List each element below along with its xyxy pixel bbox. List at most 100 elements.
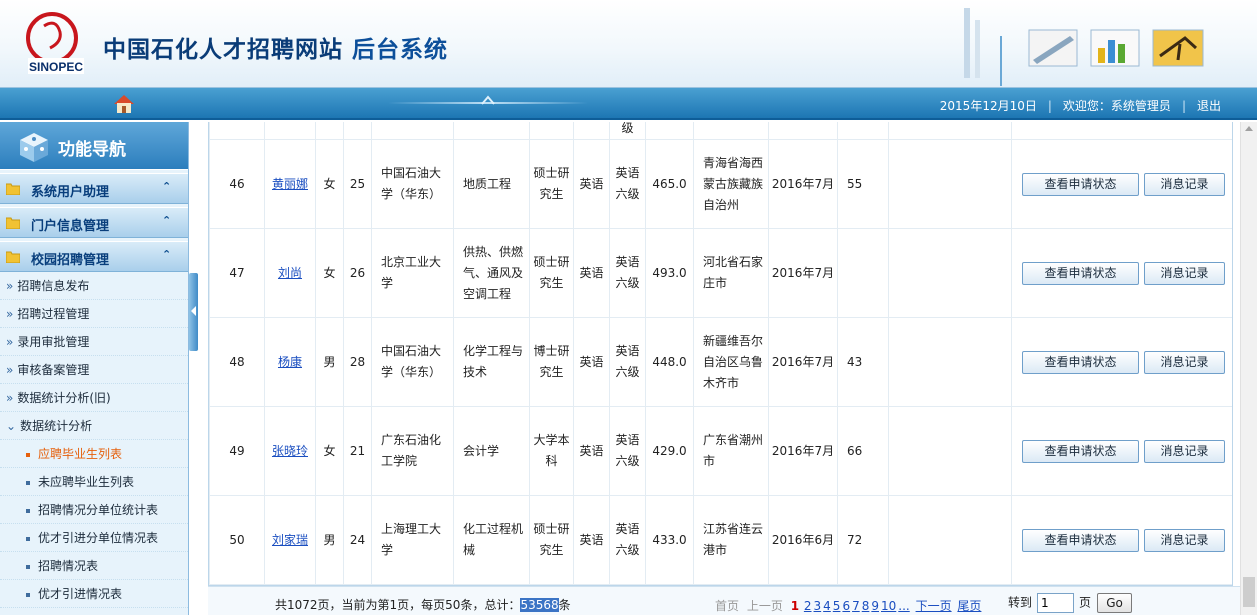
cell-school: 北京工业大学 bbox=[371, 228, 454, 318]
page-number-link[interactable]: 10 bbox=[881, 599, 896, 613]
view-status-button[interactable]: 查看申请状态 bbox=[1022, 528, 1139, 552]
sidebar-item-recruit-info[interactable]: » 招聘信息发布 bbox=[0, 272, 188, 300]
cell-major: 会计学 bbox=[453, 406, 530, 496]
last-page-link[interactable]: 尾页 bbox=[957, 599, 981, 613]
more-pages-link[interactable]: ... bbox=[898, 599, 909, 613]
message-log-button[interactable]: 消息记录 bbox=[1144, 172, 1225, 196]
user-info-bar: 2015年12月10日 | 欢迎您：系统管理员 | 退出 bbox=[939, 99, 1221, 113]
sidebar-item-stats[interactable]: ⌄ 数据统计分析 bbox=[0, 412, 188, 440]
vertical-scrollbar[interactable] bbox=[1240, 122, 1257, 615]
sidebar-item-label: 数据统计分析(旧) bbox=[17, 391, 111, 405]
cell-empty bbox=[888, 228, 1012, 318]
sidebar-item-stats-old[interactable]: » 数据统计分析(旧) bbox=[0, 384, 188, 412]
sidebar-subitem-talent-unit[interactable]: 优才引进分单位情况表 bbox=[0, 524, 188, 552]
sidebar-group-campus-recruit[interactable]: 校园招聘管理 ⌃ bbox=[0, 241, 188, 272]
site-title-main: 中国石化人才招聘网站 bbox=[103, 36, 343, 63]
double-chevron-right-icon: » bbox=[6, 335, 14, 349]
collapse-header-icon[interactable] bbox=[480, 94, 496, 106]
applicant-name-link[interactable]: 张晓玲 bbox=[272, 444, 308, 458]
cell-name[interactable]: 杨康 bbox=[264, 317, 316, 407]
folder-icon bbox=[6, 251, 20, 263]
next-page-link[interactable]: 下一页 bbox=[916, 599, 952, 613]
cell-major: 供热、供燃气、通风及空调工程 bbox=[453, 228, 530, 318]
go-button[interactable]: Go bbox=[1097, 593, 1133, 613]
cell-major: 地质工程 bbox=[453, 139, 530, 229]
site-title-sub: 后台系统 bbox=[352, 36, 449, 63]
cell-grad-date: 2016年7月 bbox=[768, 317, 838, 407]
sidebar-subitem-label: 优才引进情况表 bbox=[38, 587, 123, 601]
sidebar-item-recruit-process[interactable]: » 招聘过程管理 bbox=[0, 300, 188, 328]
sidebar-group-portal-info[interactable]: 门户信息管理 ⌃ bbox=[0, 207, 188, 238]
cell-empty bbox=[888, 139, 1012, 229]
applicant-name-link[interactable]: 杨康 bbox=[278, 355, 302, 369]
applicants-table: 级 46 黄丽娜女 25 中国石油大学（华东） 地质工程 硕士研究生 英语 英语六级 465.0… bbox=[209, 122, 1232, 585]
sidebar-subitem-talent-table[interactable]: 优才引进情况表 bbox=[0, 580, 188, 608]
scroll-up-icon[interactable] bbox=[1245, 126, 1253, 131]
page-number-link[interactable]: 5 bbox=[833, 599, 841, 613]
view-status-button[interactable]: 查看申请状态 bbox=[1022, 350, 1139, 374]
cell-degree: 大学本科 bbox=[529, 406, 574, 496]
cell-degree: 硕士研究生 bbox=[529, 228, 574, 318]
page-number-link[interactable]: 3 bbox=[814, 599, 822, 613]
cell-age: 21 bbox=[343, 406, 372, 496]
cell-score: 465.0 bbox=[645, 139, 694, 229]
sidebar-subitem-applicants[interactable]: 应聘毕业生列表 bbox=[0, 440, 188, 468]
page-number-link[interactable]: 2 bbox=[804, 599, 812, 613]
cell-school: 中国石油大学（华东） bbox=[371, 317, 454, 407]
home-icon[interactable] bbox=[112, 93, 136, 115]
cell-degree: 博士研究生 bbox=[529, 317, 574, 407]
applicant-name-link[interactable]: 黄丽娜 bbox=[272, 177, 308, 191]
cell-count: 66 bbox=[837, 406, 889, 496]
page-number-link[interactable]: 8 bbox=[862, 599, 870, 613]
cell-name[interactable]: 张晓玲 bbox=[264, 406, 316, 496]
scrollbar-thumb[interactable] bbox=[1243, 577, 1255, 607]
sidebar-subitem-non-applicants[interactable]: 未应聘毕业生列表 bbox=[0, 468, 188, 496]
cell-count: 43 bbox=[837, 317, 889, 407]
message-log-button[interactable]: 消息记录 bbox=[1144, 350, 1225, 374]
message-log-button[interactable]: 消息记录 bbox=[1144, 528, 1225, 552]
cell-grad-date: 2016年7月 bbox=[768, 228, 838, 318]
table-row: 50 刘家瑞男 24 上海理工大学 化工过程机械 硕士研究生 英语 英语六级 433.0 江苏省连… bbox=[209, 495, 1232, 585]
summary-suffix: 条 bbox=[558, 598, 571, 612]
applicant-name-link[interactable]: 刘尚 bbox=[278, 266, 302, 280]
cell-lang-level: 英语六级 bbox=[609, 495, 646, 585]
sidebar-item-hire-approval[interactable]: » 录用审批管理 bbox=[0, 328, 188, 356]
page-number-link[interactable]: 6 bbox=[842, 599, 850, 613]
table-row: 47 刘尚女 26 北京工业大学 供热、供燃气、通风及空调工程 硕士研究生 英语 英语六级 49… bbox=[209, 228, 1232, 318]
message-log-button[interactable]: 消息记录 bbox=[1144, 261, 1225, 285]
chevron-up-icon: ⌃ bbox=[162, 214, 172, 227]
double-chevron-right-icon: » bbox=[6, 279, 14, 293]
cell-score: 493.0 bbox=[645, 228, 694, 318]
applicant-name-link[interactable]: 刘家瑞 bbox=[272, 533, 308, 547]
sidebar-item-audit-record[interactable]: » 审核备案管理 bbox=[0, 356, 188, 384]
page-number-link[interactable]: 9 bbox=[871, 599, 879, 613]
cell-age: 26 bbox=[343, 228, 372, 318]
view-status-button[interactable]: 查看申请状态 bbox=[1022, 439, 1139, 463]
prev-page-link[interactable]: 上一页 bbox=[747, 599, 783, 613]
bullet-icon bbox=[26, 536, 30, 541]
sidebar-subitem-unit-stats[interactable]: 招聘情况分单位统计表 bbox=[0, 496, 188, 524]
cell-name[interactable]: 黄丽娜 bbox=[264, 139, 316, 229]
cell-lang-level: 英语六级 bbox=[609, 406, 646, 496]
cell-origin: 河北省石家庄市 bbox=[693, 228, 769, 318]
cell-name[interactable]: 刘尚 bbox=[264, 228, 316, 318]
first-page-link[interactable]: 首页 bbox=[715, 599, 739, 613]
cell-origin: 广东省潮州市 bbox=[693, 406, 769, 496]
cell-name[interactable]: 刘家瑞 bbox=[264, 495, 316, 585]
sidebar-group-system-users[interactable]: 系统用户助理 ⌃ bbox=[0, 173, 188, 204]
collapse-left-icon[interactable] bbox=[191, 306, 196, 316]
message-log-button[interactable]: 消息记录 bbox=[1144, 439, 1225, 463]
svg-text:SINOPEC: SINOPEC bbox=[29, 60, 83, 74]
page-number-link[interactable]: 4 bbox=[823, 599, 831, 613]
view-status-button[interactable]: 查看申请状态 bbox=[1022, 261, 1139, 285]
sidebar-item-label: 录用审批管理 bbox=[17, 335, 90, 349]
view-status-button[interactable]: 查看申请状态 bbox=[1022, 172, 1139, 196]
page-number-link[interactable]: 7 bbox=[852, 599, 860, 613]
summary-text: 共1072页，当前为第1页，每页50条，总计： bbox=[275, 598, 521, 612]
sinopec-logo: SINOPEC bbox=[26, 12, 84, 74]
sidebar-subitem-recruit-table[interactable]: 招聘情况表 bbox=[0, 552, 188, 580]
cell-count: 55 bbox=[837, 139, 889, 229]
cell-actions: 查看申请状态 消息记录 bbox=[1011, 228, 1232, 318]
goto-page-input[interactable] bbox=[1037, 593, 1075, 613]
logout-link[interactable]: 退出 bbox=[1197, 99, 1221, 113]
